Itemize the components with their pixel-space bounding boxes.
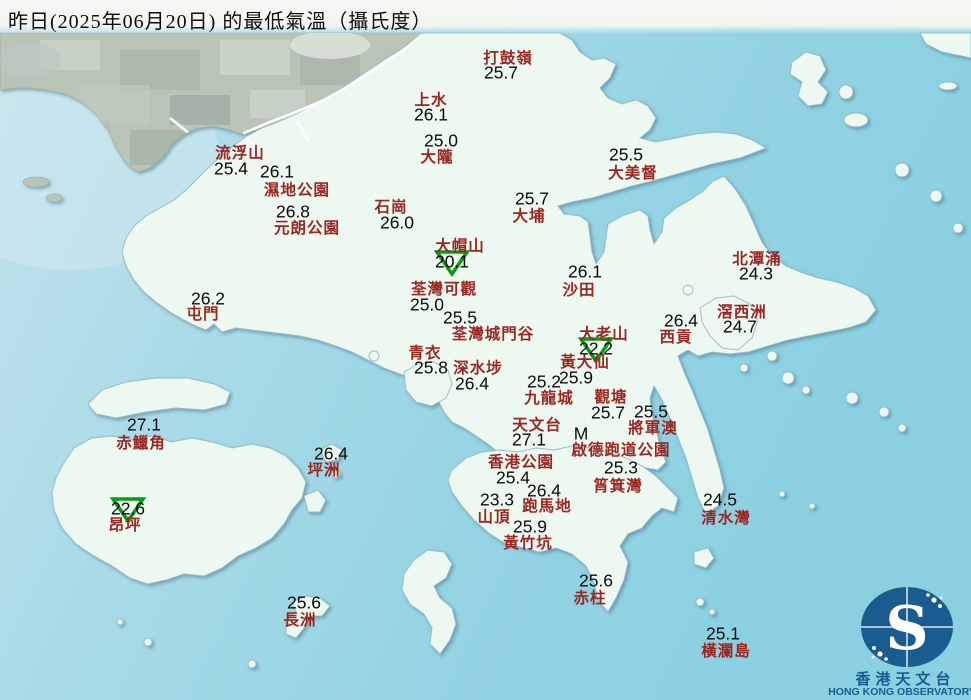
hko-logo: S 香港天文台 HONG KONG OBSERVATORY [828,580,971,700]
station-value: 25.5 [442,307,478,328]
station-value: 23.3 [479,489,515,510]
station-value: 26.1 [567,261,603,282]
station-value: 26.1 [259,161,295,182]
station-value: 25.7 [590,402,626,423]
station-value: 26.4 [313,443,349,464]
station-value: 24.3 [738,263,774,284]
station-value: 25.6 [578,570,614,591]
station-value: 22.2 [578,338,614,359]
station-value: 25.2 [526,371,562,392]
station-value: 26.1 [413,104,449,125]
station-value: 26.8 [275,201,311,222]
station-value: M [573,423,589,444]
station-value: 26.4 [526,480,562,501]
station-value: 25.6 [286,592,322,613]
station-value: 25.4 [495,467,531,488]
stations-layer: 25.7 打鼓嶺 26.1 上水 25.0 大隴 25.4 流浮山 26.1 濕地公園 26.8 元朗… [0,0,971,700]
map-canvas: 昨日(2025年06月20日) 的最低氣溫（攝氏度） 25.7 打鼓嶺 26.1 上水… [0,0,971,700]
station-value: 22.6 [110,498,146,519]
logo-name-english: HONG KONG OBSERVATORY [828,686,971,698]
station-value: 25.0 [409,294,445,315]
station-value: 25.1 [705,623,741,644]
station-value: 25.9 [558,367,594,388]
station-value: 25.4 [213,158,249,179]
station-value: 25.0 [423,130,459,151]
station-value: 26.0 [379,212,415,233]
station-value: 25.5 [608,144,644,165]
station-value: 25.8 [413,357,449,378]
logo-s-swirl: S [885,594,928,664]
station-value: 24.7 [722,316,758,337]
station-value: 27.1 [511,429,547,450]
station-value: 26.2 [190,288,226,309]
station-value: 26.4 [663,310,699,331]
station-value: 20.1 [434,251,470,272]
station-value: 24.5 [702,489,738,510]
station-value: 25.7 [483,62,519,83]
station-value: 25.3 [603,457,639,478]
station-value: 25.7 [514,188,550,209]
station-value: 27.1 [126,414,162,435]
station-value: 25.5 [633,401,669,422]
station-value: 26.4 [454,373,490,394]
station-value: 25.9 [512,516,548,537]
